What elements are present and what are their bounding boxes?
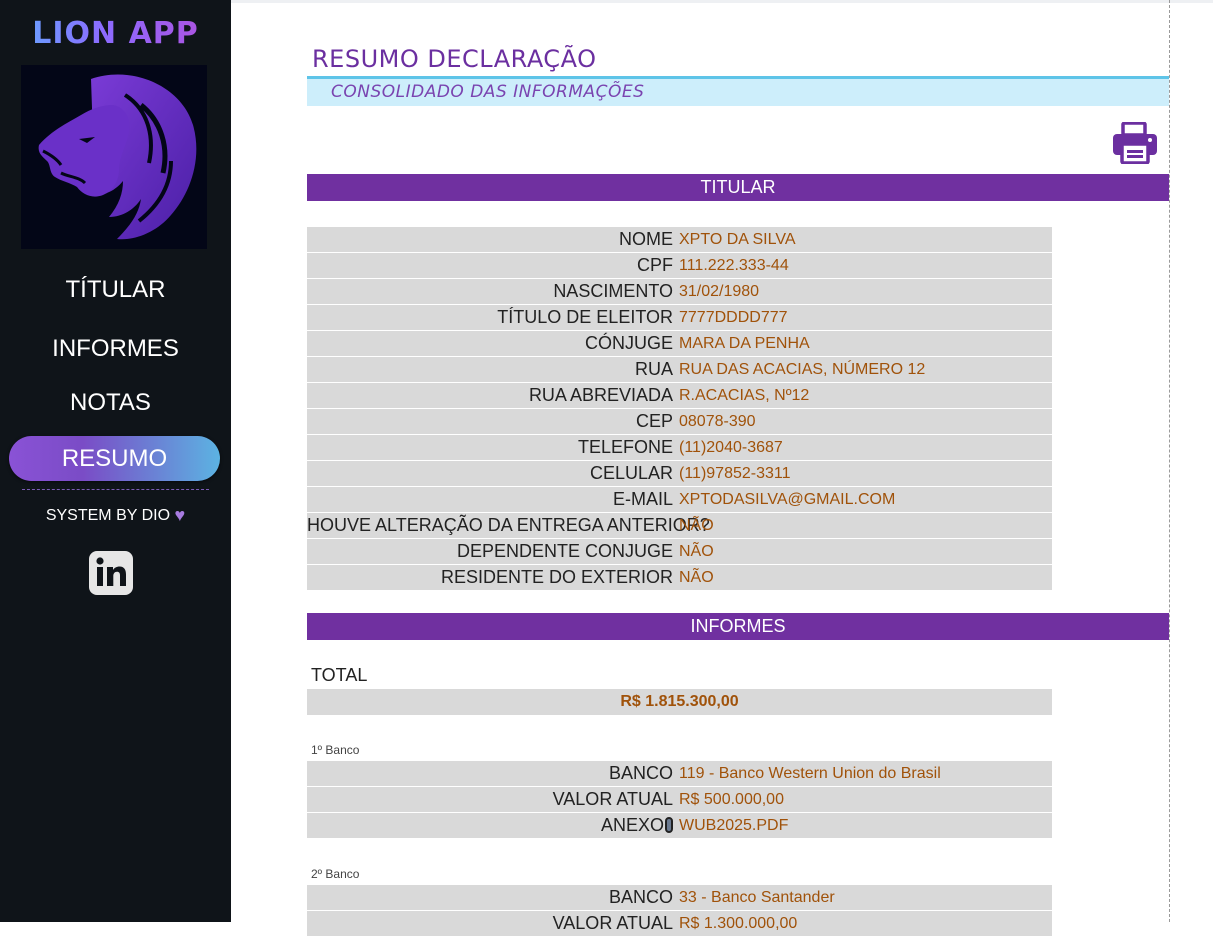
total-label: TOTAL — [311, 665, 368, 685]
table-row: TÍTULO DE ELEITOR 7777DDDD777 — [307, 305, 1052, 330]
row-label: BANCO — [608, 763, 673, 783]
row-value: 111.222.333-44 — [679, 256, 789, 274]
table-row: E-MAIL XPTODASILVA@GMAIL.COM — [307, 487, 1052, 512]
row-label: CELULAR — [589, 463, 673, 483]
section-informes-header: INFORMES — [307, 613, 1169, 640]
lion-logo — [21, 65, 207, 249]
row-value: R$ 1.300.000,00 — [679, 914, 798, 932]
total-value: R$ 1.815.300,00 — [307, 689, 1052, 715]
attachment-link[interactable]: WUB2025.PDF — [679, 817, 788, 835]
row-label: RUA ABREVIADA — [528, 385, 673, 405]
page-break-line — [1169, 0, 1170, 922]
table-row: HOUVE ALTERAÇÃO DA ENTREGA ANTERIOR? NÃO — [307, 513, 1052, 538]
page-subtitle: CONSOLIDADO DAS INFORMAÇÕES — [331, 82, 645, 102]
row-value: XPTO DA SILVA — [679, 230, 796, 248]
sidebar-item-notas[interactable]: NOTAS — [0, 389, 226, 417]
row-label: CÓNJUGE — [584, 333, 673, 353]
row-label: NOME — [619, 229, 673, 249]
row-label: CPF — [637, 255, 673, 275]
row-label: VALOR ATUAL — [552, 913, 673, 933]
bank-caption: 1º Banco — [311, 743, 360, 757]
row-value: 31/02/1980 — [679, 282, 760, 300]
row-label: HOUVE ALTERAÇÃO DA ENTREGA ANTERIOR? — [307, 515, 710, 535]
table-row: BANCO 119 - Banco Western Union do Brasil — [307, 761, 1052, 786]
table-row: NASCIMENTO 31/02/1980 — [307, 279, 1052, 304]
titular-table: NOME XPTO DA SILVA CPF 111.222.333-44 NASC… — [307, 227, 1052, 591]
table-row: RUA RUA DAS ACACIAS, NÚMERO 12 — [307, 357, 1052, 382]
row-label: TELEFONE — [577, 437, 673, 457]
heart-icon: ♥ — [174, 505, 186, 525]
row-label: NASCIMENTO — [553, 281, 673, 301]
row-value: 7777DDDD777 — [679, 308, 788, 326]
row-value: R$ 500.000,00 — [679, 790, 784, 808]
sidebar-item-titular[interactable]: TÍTULAR — [0, 276, 231, 304]
row-value: 33 - Banco Santander — [679, 888, 835, 906]
sidebar-item-informes[interactable]: INFORMES — [0, 335, 231, 363]
system-by-credit: SYSTEM BY DIO ♥ — [0, 505, 231, 526]
row-value: XPTODASILVA@GMAIL.COM — [679, 490, 896, 508]
row-value: RUA DAS ACACIAS, NÚMERO 12 — [679, 360, 926, 378]
row-label: ANEXO — [600, 815, 664, 835]
row-value: NÃO — [679, 542, 714, 560]
subtitle-band: CONSOLIDADO DAS INFORMAÇÕES — [307, 79, 1169, 106]
table-row: VALOR ATUAL R$ 1.300.000,00 — [307, 911, 1052, 936]
row-value: (11)2040-3687 — [679, 438, 783, 456]
row-value: 08078-390 — [679, 412, 756, 430]
row-label: BANCO — [608, 887, 673, 907]
page-title: RESUMO DECLARAÇÃO — [312, 45, 597, 73]
row-label: VALOR ATUAL — [552, 789, 673, 809]
table-row: RESIDENTE DO EXTERIOR NÃO — [307, 565, 1052, 590]
table-row: CELULAR (11)97852-3311 — [307, 461, 1052, 486]
row-value: R.ACACIAS, Nº12 — [679, 386, 810, 404]
table-row: NOME XPTO DA SILVA — [307, 227, 1052, 252]
table-row: ANEXO WUB2025.PDF — [307, 813, 1052, 838]
sidebar-divider — [22, 489, 209, 490]
section-titular-header: TITULAR — [307, 174, 1169, 201]
bank-2-table: BANCO 33 - Banco Santander VALOR ATUAL R$ … — [307, 885, 1052, 937]
table-row: VALOR ATUAL R$ 500.000,00 — [307, 787, 1052, 812]
linkedin-icon[interactable] — [89, 551, 133, 595]
row-label-with-attachment: ANEXO — [307, 815, 679, 836]
sidebar-item-resumo[interactable]: RESUMO — [9, 436, 220, 481]
row-value: (11)97852-3311 — [679, 464, 791, 482]
row-label: TÍTULO DE ELEITOR — [497, 307, 673, 327]
bank-1-table: BANCO 119 - Banco Western Union do Brasil… — [307, 761, 1052, 839]
row-label: E-MAIL — [612, 489, 673, 509]
row-value: 119 - Banco Western Union do Brasil — [679, 764, 941, 782]
table-row: TELEFONE (11)2040-3687 — [307, 435, 1052, 460]
row-label: RESIDENTE DO EXTERIOR — [440, 567, 673, 587]
paperclip-icon[interactable] — [665, 817, 673, 833]
table-row: DEPENDENTE CONJUGE NÃO — [307, 539, 1052, 564]
table-row: CPF 111.222.333-44 — [307, 253, 1052, 278]
printer-icon[interactable] — [1112, 121, 1158, 165]
row-value: NÃO — [679, 516, 714, 534]
table-row: BANCO 33 - Banco Santander — [307, 885, 1052, 910]
system-by-label: SYSTEM BY DIO — [45, 507, 171, 524]
table-row: CEP 08078-390 — [307, 409, 1052, 434]
row-label: RUA — [634, 359, 673, 379]
top-border — [231, 0, 1213, 3]
row-value: NÃO — [679, 568, 714, 586]
table-row: CÓNJUGE MARA DA PENHA — [307, 331, 1052, 356]
row-label: CEP — [635, 411, 673, 431]
table-row: RUA ABREVIADA R.ACACIAS, Nº12 — [307, 383, 1052, 408]
sidebar: LION APP TÍTULAR INFORMES NOTAS RESUMO S… — [0, 0, 231, 922]
bank-caption: 2º Banco — [311, 867, 360, 881]
row-value: MARA DA PENHA — [679, 334, 810, 352]
row-label: DEPENDENTE CONJUGE — [456, 541, 673, 561]
app-title: LION APP — [0, 16, 231, 51]
